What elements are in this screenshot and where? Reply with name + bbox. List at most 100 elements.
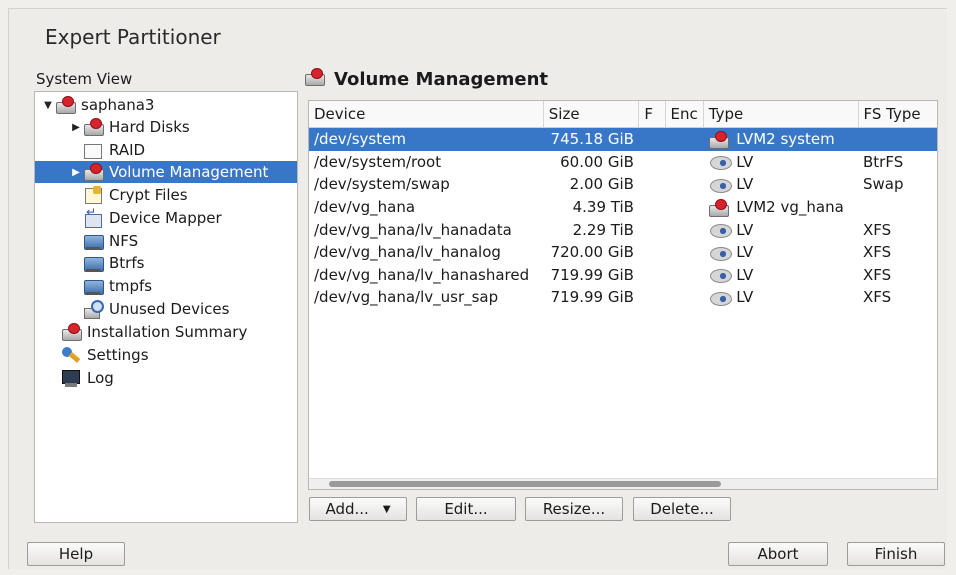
- tree-item-btrfs[interactable]: Btrfs: [83, 252, 144, 274]
- table-row[interactable]: /dev/vg_hana/lv_hanadata 2.29 TiB LV XFS: [309, 218, 937, 241]
- chevron-down-icon[interactable]: ▼: [383, 504, 391, 515]
- enc-cell: [665, 286, 703, 309]
- system-view-tree[interactable]: ▼ saphana3 ▶ Hard Disks RAID ▶ Volume Ma…: [34, 91, 298, 523]
- fs-type-cell: XFS: [863, 220, 892, 239]
- network-drive-icon: [83, 232, 104, 250]
- table-row[interactable]: /dev/vg_hana 4.39 TiB LVM2 vg_hana: [309, 196, 937, 219]
- table-row[interactable]: /dev/vg_hana/lv_usr_sap 719.99 GiB LV XF…: [309, 286, 937, 309]
- tree-item-label: RAID: [109, 141, 146, 159]
- f-cell: [639, 286, 665, 309]
- type-label: LV: [736, 152, 754, 171]
- tree-item-label: tmpfs: [109, 277, 153, 295]
- expand-arrow-icon[interactable]: ▶: [69, 167, 83, 178]
- device-cell: /dev/vg_hana/lv_hanalog: [314, 243, 501, 262]
- tree-item-installation-summary[interactable]: Installation Summary: [61, 321, 247, 343]
- f-cell: [639, 151, 665, 174]
- device-cell: /dev/vg_hana: [314, 198, 416, 217]
- fs-type-cell: [858, 196, 937, 219]
- size-cell: 2.29 TiB: [572, 220, 634, 239]
- window-title: Expert Partitioner: [45, 25, 221, 49]
- device-cell: /dev/vg_hana/lv_hanashared: [314, 265, 530, 284]
- tree-item-label: Hard Disks: [109, 118, 190, 136]
- type-cell: LV: [703, 151, 858, 174]
- tree-item-nfs[interactable]: NFS: [83, 230, 138, 252]
- type-label: LVM2 vg_hana: [736, 198, 844, 217]
- tree-item-device-mapper[interactable]: Device Mapper: [83, 205, 222, 229]
- tree-item-label: NFS: [109, 232, 139, 250]
- tree-item-hard-disks[interactable]: ▶ Hard Disks: [69, 116, 190, 138]
- tree-item-label: Installation Summary: [87, 323, 248, 341]
- type-label: LV: [736, 175, 754, 194]
- type-cell: LV: [703, 286, 858, 309]
- scrollbar-thumb[interactable]: [329, 481, 721, 487]
- tree-item-label: Crypt Files: [109, 186, 188, 204]
- tree-item-label: saphana3: [81, 96, 155, 114]
- tree-item-label: Device Mapper: [109, 209, 222, 227]
- device-cell: /dev/system: [309, 127, 544, 151]
- column-header-size[interactable]: Size: [543, 101, 640, 128]
- tree-item-tmpfs[interactable]: tmpfs: [83, 275, 152, 297]
- fs-type-cell: XFS: [863, 265, 892, 284]
- system-view-label: System View: [36, 70, 133, 88]
- table-row[interactable]: /dev/system/swap 2.00 GiB LV Swap: [309, 173, 937, 196]
- f-cell: [639, 173, 665, 196]
- disk-icon: [304, 68, 328, 90]
- table-row[interactable]: /dev/system/root 60.00 GiB LV BtrFS: [309, 151, 937, 174]
- logical-volume-icon: [708, 176, 733, 193]
- size-cell: 4.39 TiB: [572, 198, 634, 217]
- delete-button[interactable]: Delete...: [633, 497, 731, 521]
- type-label: LVM2 system: [736, 130, 835, 149]
- volume-group-icon: [708, 130, 732, 149]
- logical-volume-icon: [708, 221, 733, 239]
- type-label: LV: [736, 288, 754, 307]
- raid-icon: [83, 141, 103, 159]
- type-label: LV: [736, 220, 754, 239]
- enc-cell: [665, 127, 704, 151]
- size-cell: 745.18 GiB: [543, 127, 639, 151]
- table-row[interactable]: /dev/system 745.18 GiB LVM2 system: [309, 127, 937, 151]
- disk-icon: [61, 323, 82, 341]
- device-cell: /dev/system/swap: [314, 175, 450, 194]
- finish-button[interactable]: Finish: [847, 542, 945, 566]
- column-header-f[interactable]: F: [638, 101, 666, 128]
- expand-arrow-icon[interactable]: ▶: [69, 122, 83, 133]
- tree-item-volume-management[interactable]: ▶ Volume Management: [35, 161, 297, 183]
- table-row[interactable]: /dev/vg_hana/lv_hanashared 719.99 GiB LV…: [309, 264, 937, 287]
- tree-item-raid[interactable]: RAID: [83, 139, 145, 161]
- logical-volume-icon: [708, 244, 733, 261]
- table-row[interactable]: /dev/vg_hana/lv_hanalog 720.00 GiB LV XF…: [309, 241, 937, 264]
- table-header-row: Device Size F Enc Type FS Type: [309, 101, 937, 128]
- tree-item-log[interactable]: Log: [61, 367, 114, 389]
- fs-type-cell: BtrFS: [863, 152, 904, 171]
- page-title: Volume Management: [334, 68, 549, 90]
- column-header-fs-type[interactable]: FS Type: [858, 101, 937, 128]
- device-table[interactable]: Device Size F Enc Type FS Type /dev/syst…: [308, 100, 938, 490]
- type-label: LV: [736, 265, 754, 284]
- enc-cell: [665, 218, 703, 241]
- expand-arrow-icon[interactable]: ▼: [41, 100, 55, 111]
- edit-button[interactable]: Edit...: [416, 497, 516, 521]
- horizontal-scrollbar[interactable]: [309, 478, 937, 489]
- abort-button[interactable]: Abort: [728, 542, 828, 566]
- column-header-type[interactable]: Type: [703, 101, 859, 128]
- tree-item-crypt-files[interactable]: Crypt Files: [83, 184, 188, 206]
- help-button[interactable]: Help: [27, 542, 125, 566]
- column-header-enc[interactable]: Enc: [665, 101, 704, 128]
- enc-cell: [665, 196, 703, 219]
- unused-device-icon: [83, 300, 104, 319]
- fs-type-cell: XFS: [863, 243, 892, 262]
- logical-volume-icon: [708, 289, 733, 306]
- add-button[interactable]: Add... ▼: [309, 497, 407, 521]
- enc-cell: [665, 241, 703, 264]
- resize-button[interactable]: Resize...: [525, 497, 623, 521]
- f-cell: [639, 196, 665, 219]
- enc-cell: [665, 264, 703, 287]
- f-cell: [639, 218, 665, 241]
- tree-item-settings[interactable]: Settings: [61, 344, 149, 366]
- type-label: LV: [736, 243, 754, 262]
- fs-type-cell: Swap: [863, 175, 904, 194]
- tree-item-saphana3[interactable]: ▼ saphana3: [41, 94, 154, 116]
- column-header-device[interactable]: Device: [309, 101, 544, 128]
- enc-cell: [665, 151, 703, 174]
- tree-item-unused-devices[interactable]: Unused Devices: [83, 298, 229, 320]
